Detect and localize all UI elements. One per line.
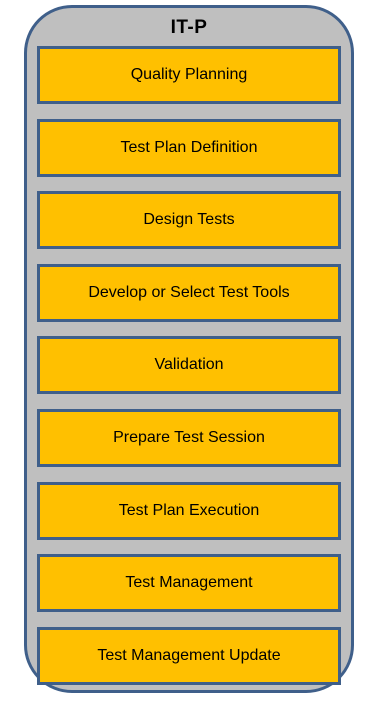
step-develop-or-select-test-tools: Develop or Select Test Tools <box>37 263 341 322</box>
step-validation: Validation <box>37 336 341 395</box>
step-list: Quality Planning Test Plan Definition De… <box>37 46 341 699</box>
step-test-plan-execution: Test Plan Execution <box>37 481 341 540</box>
step-label: Design Tests <box>143 211 235 229</box>
step-quality-planning: Quality Planning <box>37 46 341 104</box>
step-label: Test Plan Execution <box>118 501 260 519</box>
step-test-plan-definition: Test Plan Definition <box>37 118 341 177</box>
it-p-container: IT-P Quality Planning Test Plan Definiti… <box>24 5 354 693</box>
step-label: Develop or Select Test Tools <box>88 283 290 301</box>
step-label: Quality Planning <box>130 66 248 83</box>
step-label: Prepare Test Session <box>113 428 265 446</box>
step-test-management-update: Test Management Update <box>37 626 341 685</box>
step-test-management: Test Management <box>37 554 341 613</box>
step-label: Test Plan Definition <box>120 138 258 156</box>
step-label: Test Management Update <box>97 646 281 664</box>
step-label: Validation <box>154 356 224 374</box>
panel-title: IT-P <box>170 17 208 38</box>
step-design-tests: Design Tests <box>37 191 341 250</box>
step-label: Test Management <box>125 574 253 592</box>
step-prepare-test-session: Prepare Test Session <box>37 408 341 467</box>
